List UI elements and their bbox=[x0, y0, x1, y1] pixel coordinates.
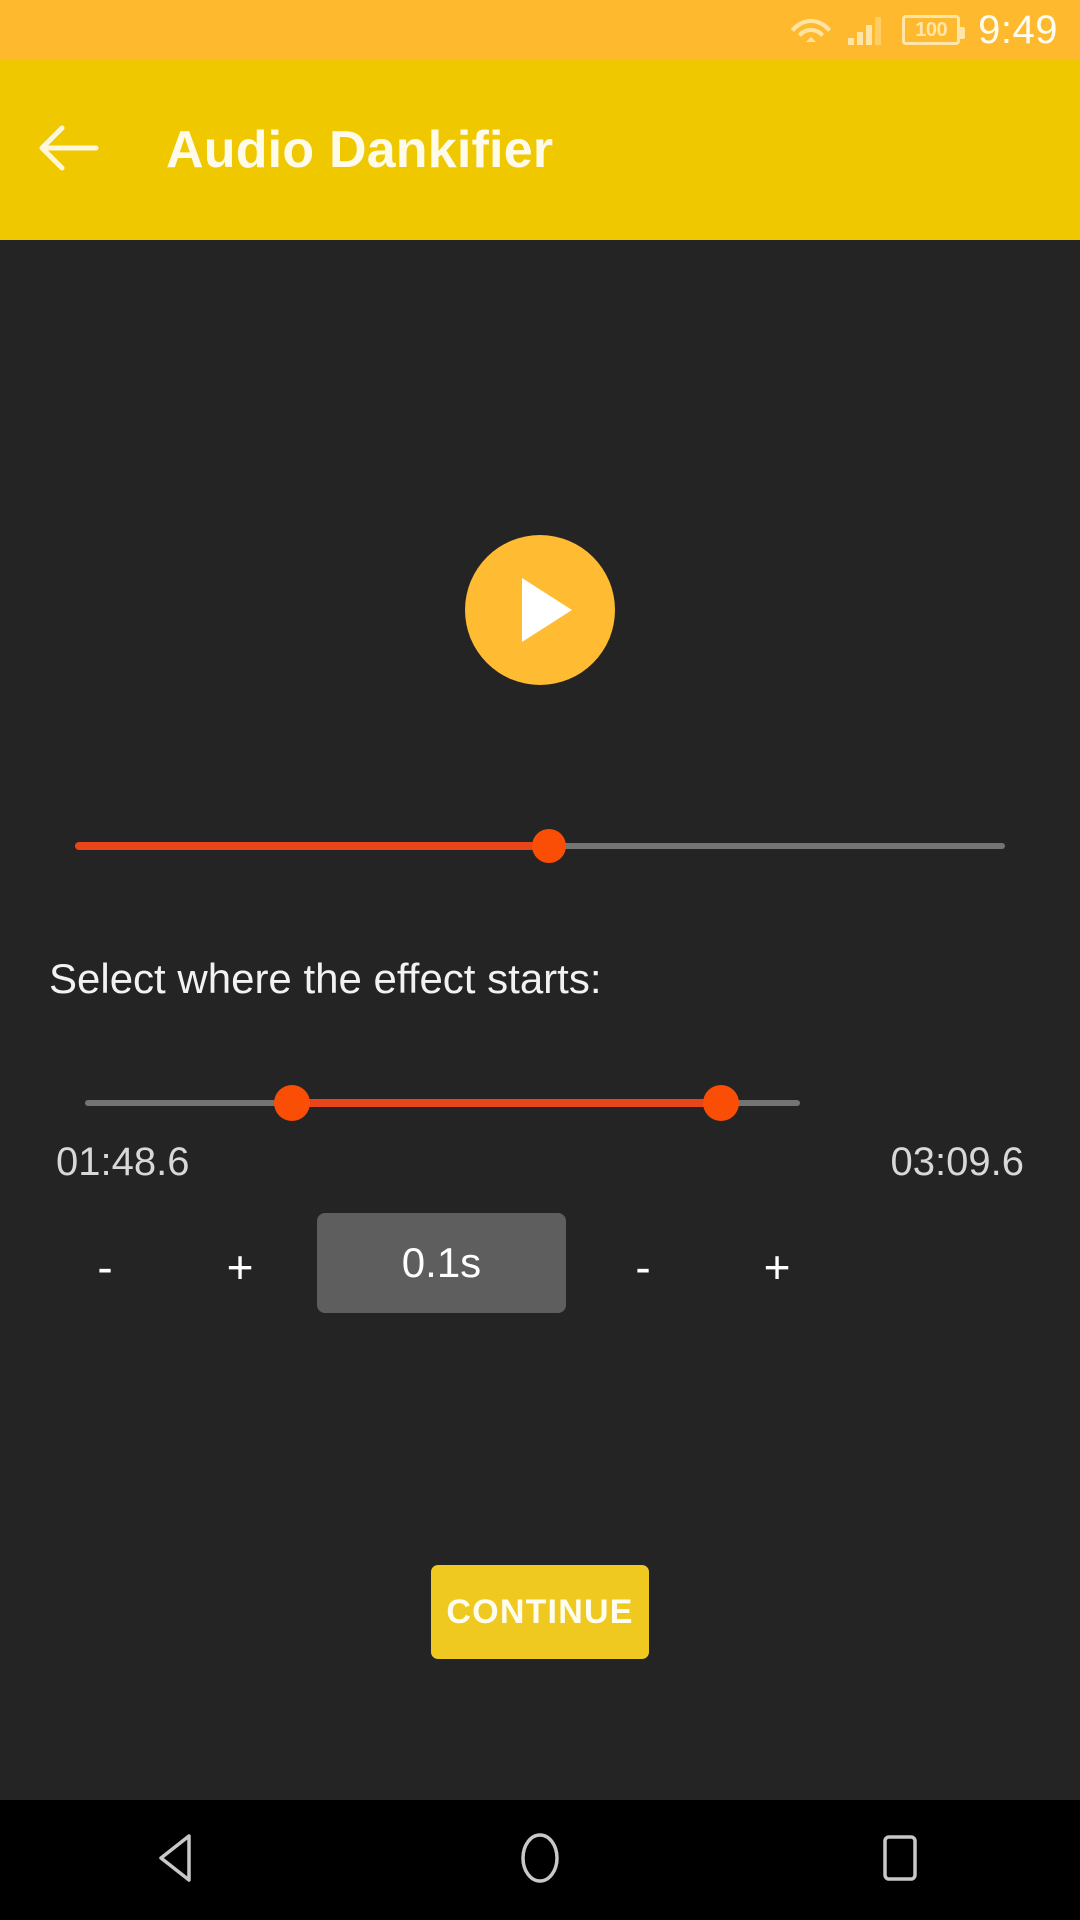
step-size-button[interactable]: 0.1s bbox=[317, 1213, 566, 1313]
player-controls bbox=[0, 535, 1080, 685]
range-thumb-end[interactable] bbox=[703, 1085, 740, 1121]
app-bar: Audio Dankifier bbox=[0, 60, 1080, 240]
range-thumb-start[interactable] bbox=[274, 1085, 311, 1121]
phone-screen: 100 9:49 Audio Dankifier Select where th… bbox=[0, 0, 1080, 1920]
playback-progress-slider[interactable] bbox=[75, 826, 1005, 866]
status-bar-clock: 9:49 bbox=[978, 8, 1058, 52]
effect-range-slider[interactable] bbox=[85, 1083, 800, 1123]
page-title: Audio Dankifier bbox=[166, 121, 554, 179]
main-content: Select where the effect starts: 01:48.6 … bbox=[0, 240, 1080, 1800]
arrow-back-icon bbox=[38, 123, 100, 178]
cellular-signal-icon bbox=[846, 14, 888, 46]
status-bar: 100 9:49 bbox=[0, 0, 1080, 60]
nav-home-button[interactable] bbox=[450, 1800, 630, 1920]
play-button[interactable] bbox=[465, 535, 615, 685]
stepper-row: - + 0.1s - + bbox=[0, 1213, 1080, 1317]
start-increment-button[interactable]: + bbox=[205, 1217, 275, 1317]
nav-back-triangle-icon bbox=[155, 1832, 205, 1889]
end-increment-button[interactable]: + bbox=[742, 1217, 812, 1317]
nav-back-button[interactable] bbox=[90, 1800, 270, 1920]
back-button[interactable] bbox=[14, 95, 124, 205]
battery-icon: 100 bbox=[902, 15, 966, 45]
progress-fill bbox=[75, 842, 550, 850]
end-decrement-button[interactable]: - bbox=[608, 1217, 678, 1317]
wifi-icon bbox=[790, 14, 832, 46]
android-navigation-bar bbox=[0, 1800, 1080, 1920]
start-time-label: 01:48.6 bbox=[56, 1140, 190, 1184]
effect-start-label: Select where the effect starts: bbox=[49, 955, 602, 1002]
continue-area: CONTINUE bbox=[0, 1565, 1080, 1659]
range-time-labels: 01:48.6 03:09.6 bbox=[56, 1140, 1024, 1185]
end-time-label: 03:09.6 bbox=[890, 1140, 1024, 1184]
continue-button[interactable]: CONTINUE bbox=[431, 1565, 649, 1659]
nav-recents-square-icon bbox=[875, 1831, 925, 1890]
nav-home-circle-icon bbox=[515, 1831, 565, 1890]
battery-level: 100 bbox=[915, 18, 948, 41]
start-decrement-button[interactable]: - bbox=[70, 1217, 140, 1317]
nav-recents-button[interactable] bbox=[810, 1800, 990, 1920]
range-fill bbox=[292, 1099, 722, 1107]
progress-thumb[interactable] bbox=[532, 829, 567, 863]
play-icon bbox=[522, 578, 572, 642]
